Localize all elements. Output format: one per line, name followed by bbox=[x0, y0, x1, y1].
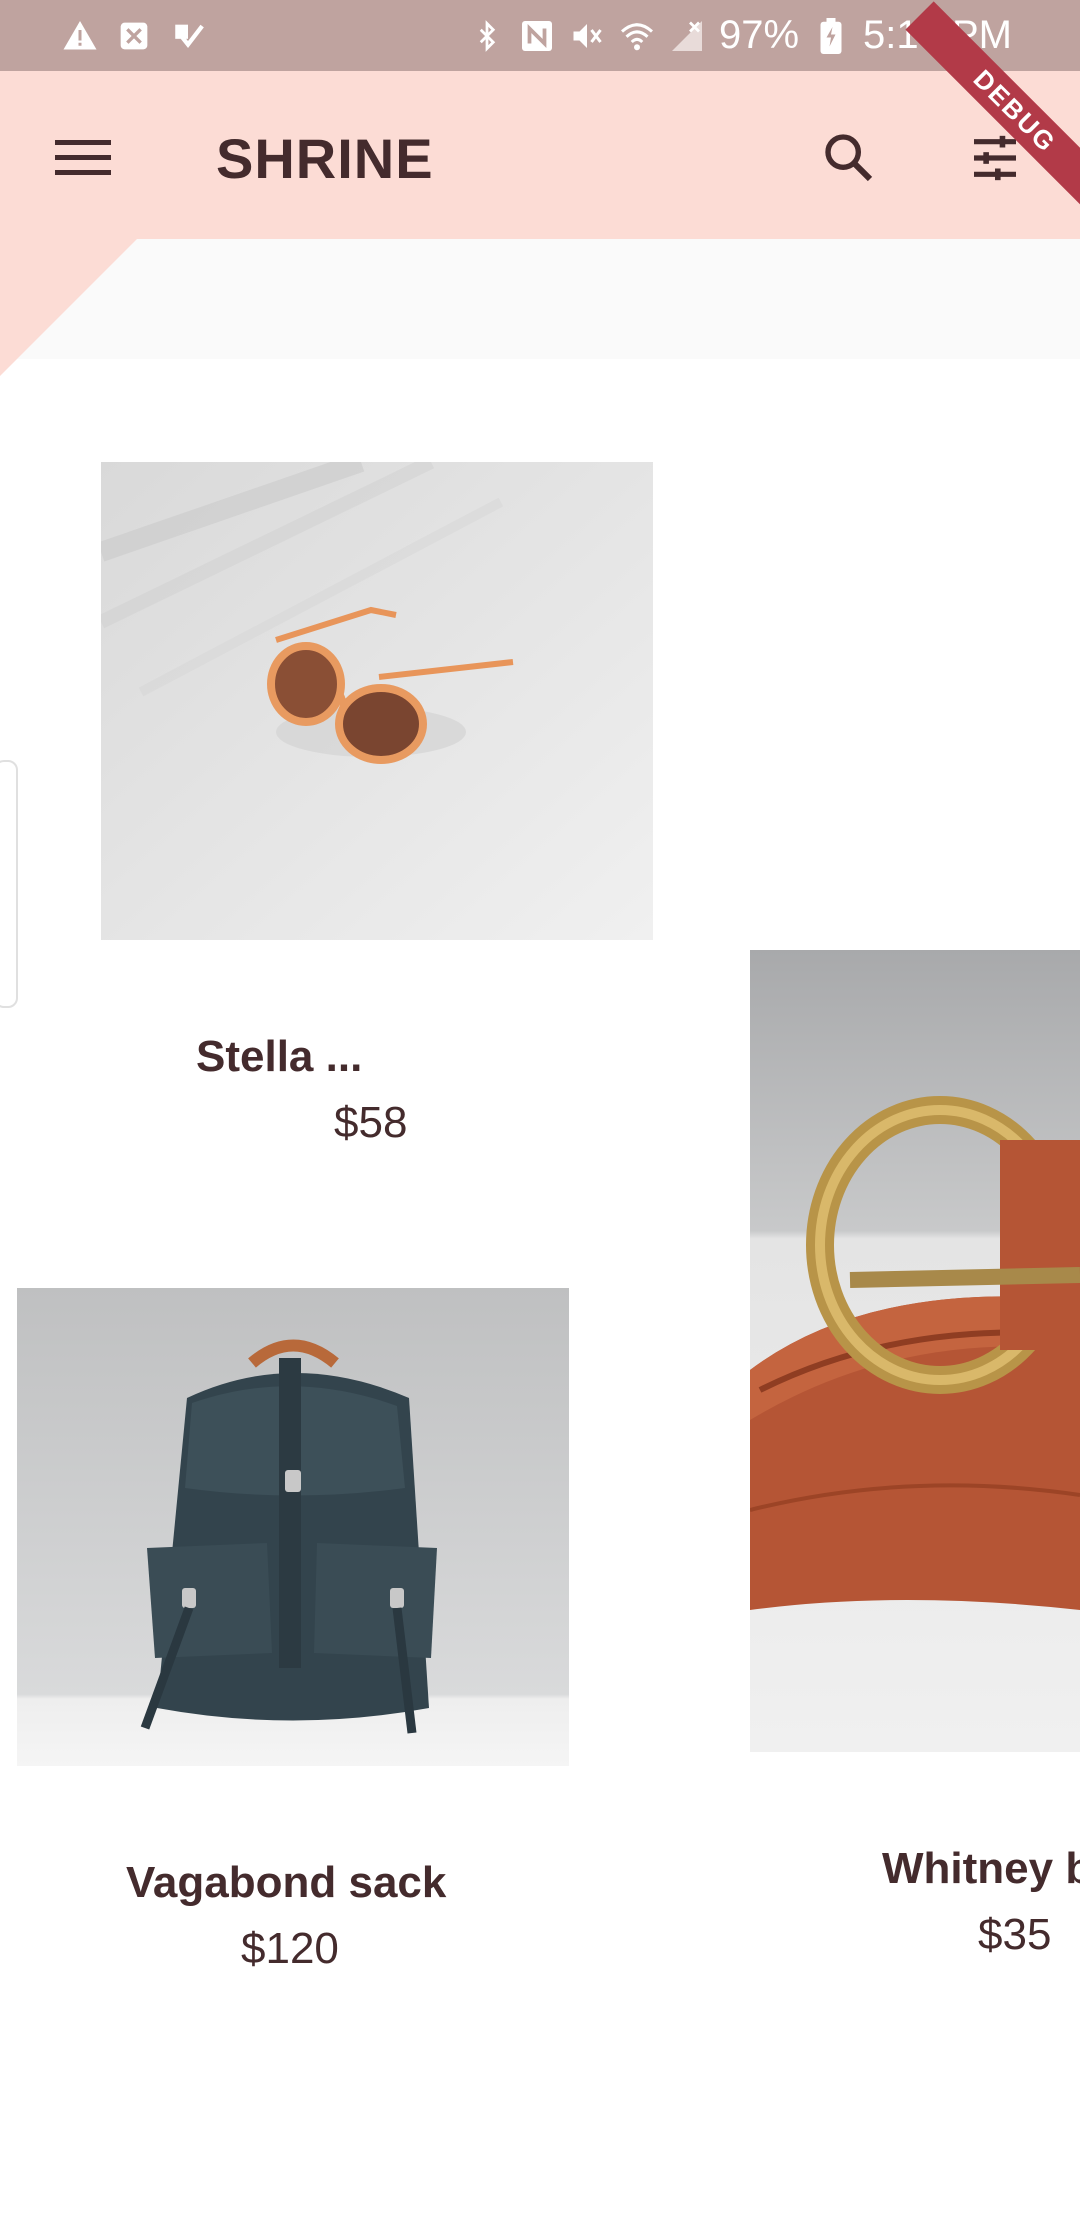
product-price: $58 bbox=[334, 1098, 408, 1147]
app-title: SHRINE bbox=[216, 127, 434, 190]
bluetooth-icon bbox=[469, 18, 505, 54]
check-icon bbox=[170, 18, 206, 54]
backdrop-front-layer-edge bbox=[0, 239, 1080, 376]
menu-button[interactable] bbox=[40, 117, 126, 203]
search-button[interactable] bbox=[806, 117, 892, 203]
close-box-icon bbox=[116, 18, 152, 54]
battery-percent: 97% bbox=[718, 13, 800, 57]
mute-icon bbox=[569, 18, 605, 54]
product-price: $120 bbox=[241, 1924, 339, 1973]
battery-charging-icon bbox=[813, 17, 849, 54]
product-price: $35 bbox=[978, 1910, 1052, 1959]
product-name: Vagabond sack bbox=[126, 1858, 447, 1907]
product-card[interactable]: Whitney b $35 bbox=[750, 950, 1080, 1970]
signal-icon bbox=[669, 18, 705, 54]
wifi-icon bbox=[619, 18, 655, 54]
menu-icon bbox=[55, 138, 111, 183]
backpack-image bbox=[17, 1288, 569, 1766]
edge-panel-handle[interactable] bbox=[0, 760, 18, 1008]
search-icon bbox=[821, 130, 877, 191]
sunglasses-image bbox=[101, 462, 653, 940]
nfc-icon bbox=[519, 18, 555, 54]
product-name: Whitney b bbox=[882, 1844, 1080, 1893]
product-name: Stella ... bbox=[196, 1032, 363, 1081]
warning-icon bbox=[62, 18, 98, 54]
product-card[interactable]: Stella ... $58 bbox=[101, 462, 653, 1162]
product-card[interactable]: Vagabond sack $120 bbox=[17, 1288, 569, 1988]
app-bar: SHRINE DEBUG bbox=[0, 1, 1080, 239]
belt-image bbox=[750, 950, 1080, 1752]
